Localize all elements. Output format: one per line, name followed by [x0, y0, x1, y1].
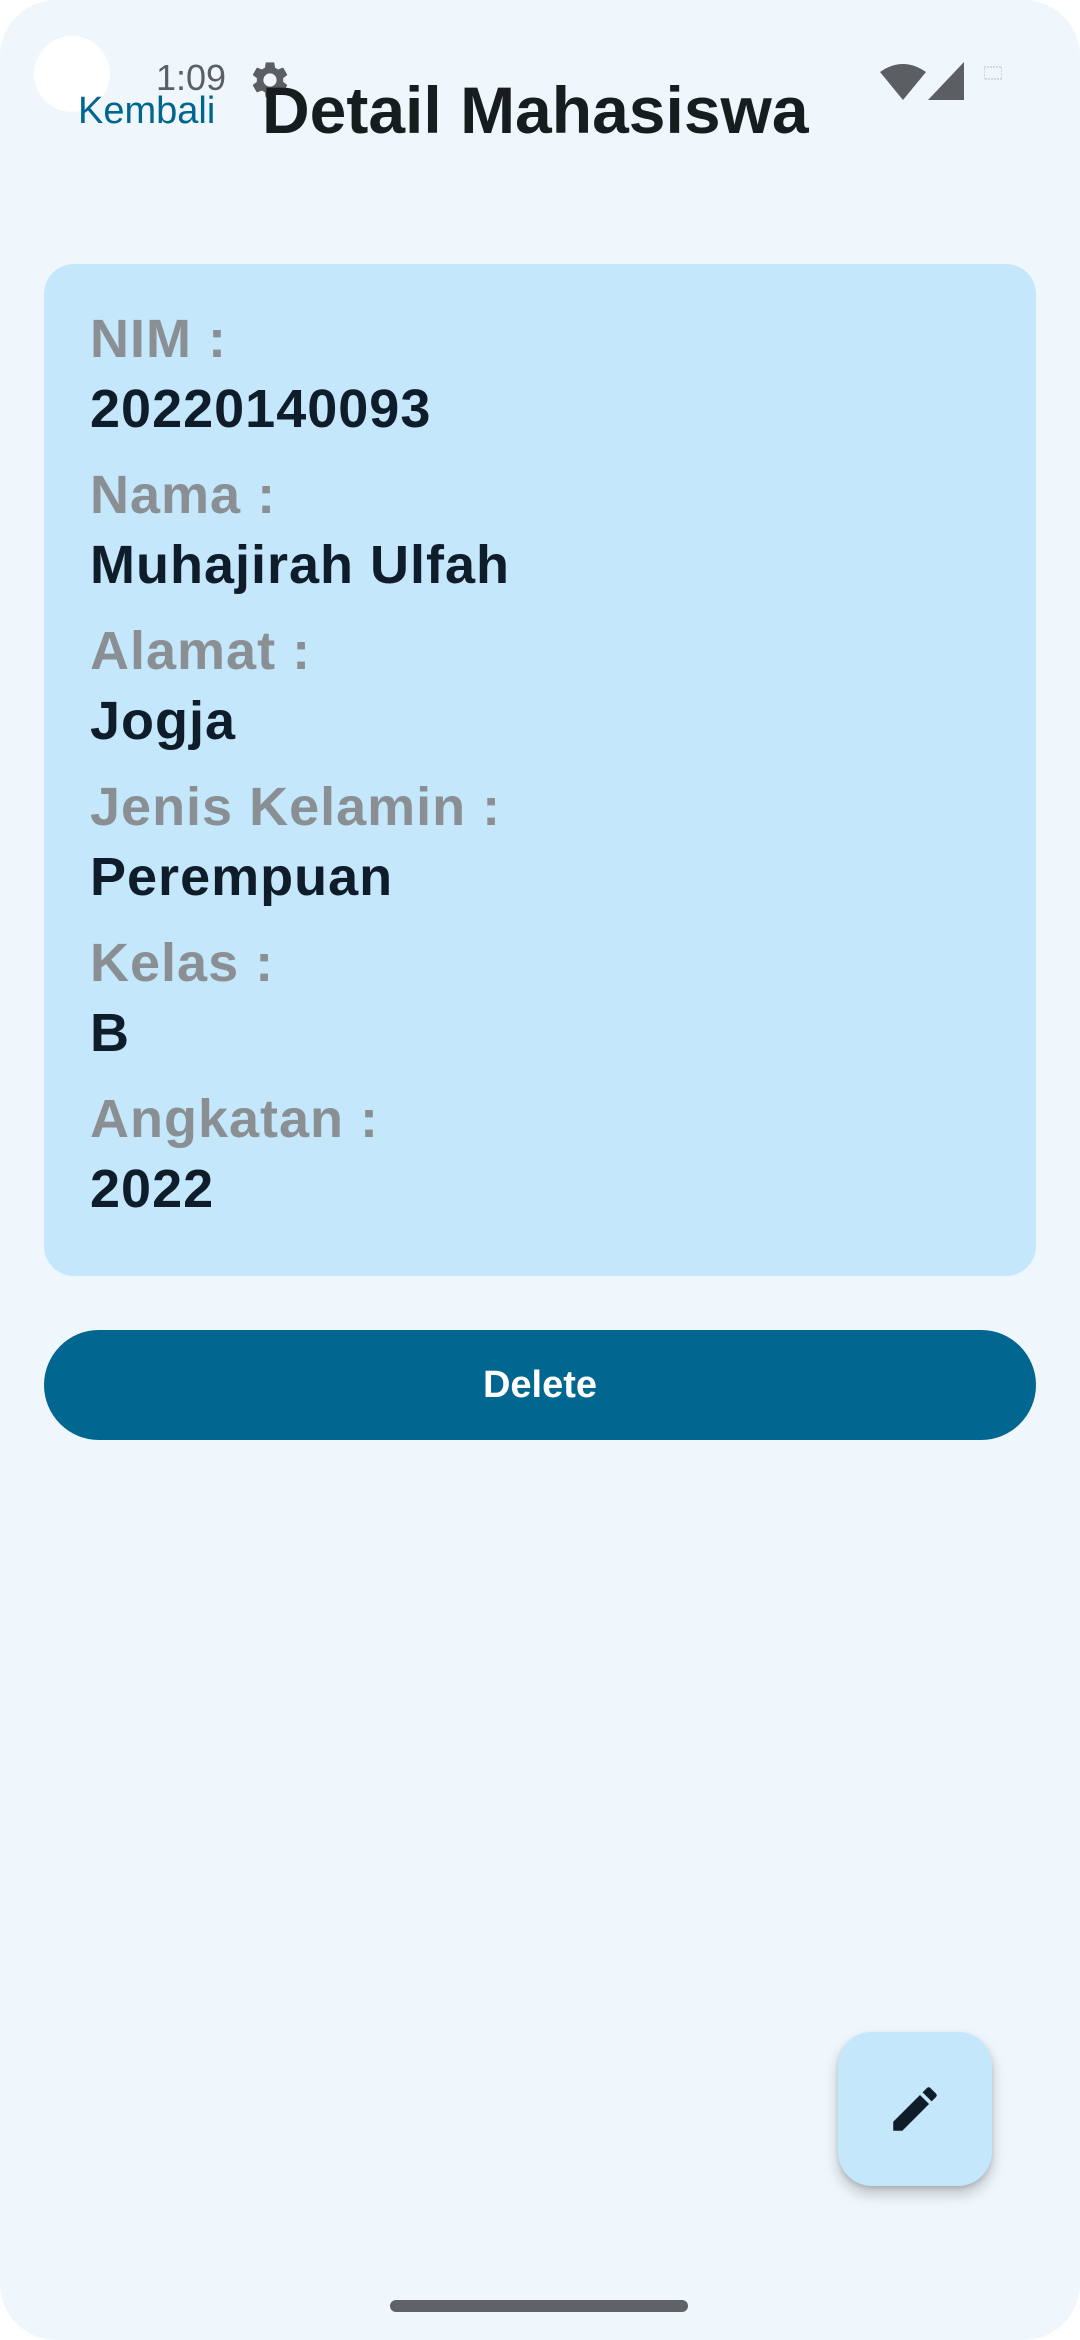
field-label: Angkatan : — [90, 1089, 380, 1149]
student-detail-card: NIM : 20220140093 Nama : Muhajirah Ulfah… — [44, 264, 1036, 1276]
page-title: Detail Mahasiswa — [262, 73, 809, 147]
cell-signal-icon — [928, 62, 964, 100]
field-nim: NIM : 20220140093 — [90, 304, 990, 444]
edit-fab-button[interactable] — [838, 2032, 992, 2186]
field-label: NIM : — [90, 309, 227, 369]
field-value: Perempuan — [90, 847, 394, 907]
field-value: B — [90, 1003, 130, 1063]
app-screen: 1:09 Kembali Detail Mahasiswa NIM : 2022… — [0, 0, 1080, 2340]
field-nama: Nama : Muhajirah Ulfah — [90, 460, 990, 600]
field-alamat: Alamat : Jogja — [90, 616, 990, 756]
field-kelas: Kelas : B — [90, 928, 990, 1068]
back-button[interactable]: Kembali — [78, 88, 215, 134]
field-angkatan: Angkatan : 2022 — [90, 1084, 990, 1224]
field-value: 2022 — [90, 1159, 215, 1219]
field-value: Jogja — [90, 691, 237, 751]
home-gesture-bar[interactable] — [390, 2300, 688, 2312]
field-jenis-kelamin: Jenis Kelamin : Perempuan — [90, 772, 990, 912]
field-label: Nama : — [90, 465, 277, 525]
battery-icon — [984, 66, 1002, 80]
field-label: Kelas : — [90, 933, 275, 993]
field-label: Alamat : — [90, 621, 312, 681]
field-value: Muhajirah Ulfah — [90, 535, 511, 595]
edit-pencil-icon — [893, 2087, 937, 2131]
delete-button[interactable]: Delete — [44, 1330, 1036, 1440]
field-value: 20220140093 — [90, 379, 432, 439]
wifi-icon — [880, 64, 926, 100]
field-label: Jenis Kelamin : — [90, 777, 502, 837]
